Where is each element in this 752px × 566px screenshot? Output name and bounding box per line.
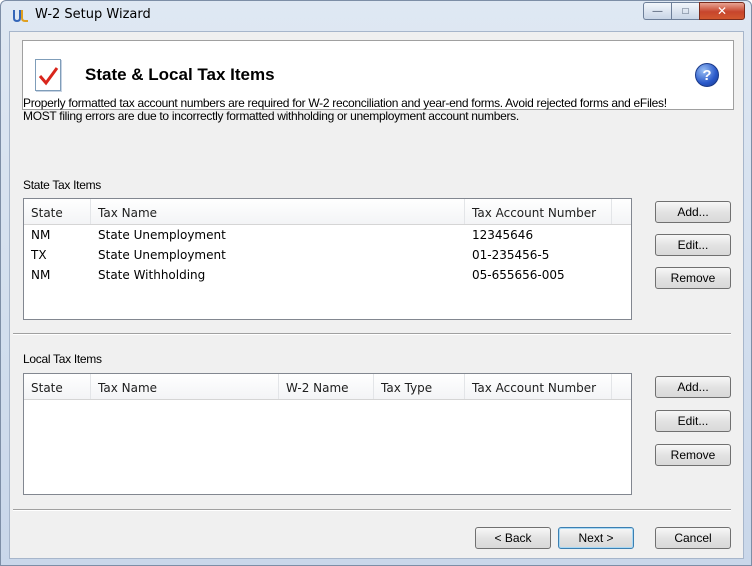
cell-state: NM — [31, 228, 51, 242]
back-button[interactable]: < Back — [475, 527, 551, 549]
state-add-button[interactable]: Add... — [655, 201, 731, 223]
cell-account: 12345646 — [472, 228, 534, 242]
local-tax-items-label: Local Tax Items — [23, 352, 102, 366]
state-tax-items-label: State Tax Items — [23, 178, 101, 192]
local-edit-button[interactable]: Edit... — [655, 410, 731, 432]
col-tax-name[interactable]: Tax Name — [91, 199, 465, 224]
state-list-header: State Tax Name Tax Account Number — [24, 199, 631, 225]
col-tax-account-number[interactable]: Tax Account Number — [465, 199, 612, 224]
help-icon[interactable]: ? — [695, 63, 719, 87]
intro-text: Properly formatted tax account numbers a… — [23, 97, 735, 123]
close-button[interactable]: ✕ — [699, 2, 745, 20]
table-row[interactable]: NM State Withholding 05-655656-005 — [24, 265, 631, 285]
cell-tax-name: State Unemployment — [98, 248, 226, 262]
col-tax-name[interactable]: Tax Name — [91, 374, 279, 399]
cancel-button[interactable]: Cancel — [655, 527, 731, 549]
table-row[interactable]: NM State Unemployment 12345646 — [24, 225, 631, 245]
maximize-button[interactable]: □ — [671, 2, 699, 20]
local-list-header: State Tax Name W-2 Name Tax Type Tax Acc… — [24, 374, 631, 400]
section-divider — [13, 333, 731, 335]
col-tax-account-number[interactable]: Tax Account Number — [465, 374, 612, 399]
page-title: State & Local Tax Items — [85, 65, 275, 84]
col-tax-type[interactable]: Tax Type — [374, 374, 465, 399]
checklist-icon — [35, 59, 61, 91]
intro-line-2: MOST filing errors are due to incorrectl… — [23, 109, 519, 123]
state-edit-button[interactable]: Edit... — [655, 234, 731, 256]
window-title: W-2 Setup Wizard — [35, 7, 151, 22]
cell-account: 05-655656-005 — [472, 268, 565, 282]
minimize-icon: — — [652, 5, 663, 17]
state-remove-button[interactable]: Remove — [655, 267, 731, 289]
local-tax-list[interactable]: State Tax Name W-2 Name Tax Type Tax Acc… — [23, 373, 632, 495]
state-tax-list[interactable]: State Tax Name Tax Account Number NM Sta… — [23, 198, 632, 320]
cell-state: NM — [31, 268, 51, 282]
cell-tax-name: State Unemployment — [98, 228, 226, 242]
cell-state: TX — [31, 248, 47, 262]
maximize-icon: □ — [682, 5, 689, 17]
local-add-button[interactable]: Add... — [655, 376, 731, 398]
col-state[interactable]: State — [24, 199, 91, 224]
table-row[interactable]: TX State Unemployment 01-235456-5 — [24, 245, 631, 265]
col-w2-name[interactable]: W-2 Name — [279, 374, 374, 399]
close-icon: ✕ — [716, 4, 728, 18]
wizard-window: W-2 Setup Wizard — □ ✕ State & Local Tax… — [0, 0, 752, 566]
title-bar[interactable]: W-2 Setup Wizard — □ ✕ — [1, 1, 751, 29]
cell-account: 01-235456-5 — [472, 248, 550, 262]
col-state[interactable]: State — [24, 374, 91, 399]
caption-buttons: — □ ✕ — [643, 2, 745, 20]
app-logo-icon — [13, 8, 29, 23]
local-remove-button[interactable]: Remove — [655, 444, 731, 466]
footer-divider — [13, 509, 731, 511]
minimize-button[interactable]: — — [643, 2, 671, 20]
cell-tax-name: State Withholding — [98, 268, 206, 282]
next-button[interactable]: Next > — [558, 527, 634, 549]
help-icon-glyph: ? — [702, 66, 712, 84]
